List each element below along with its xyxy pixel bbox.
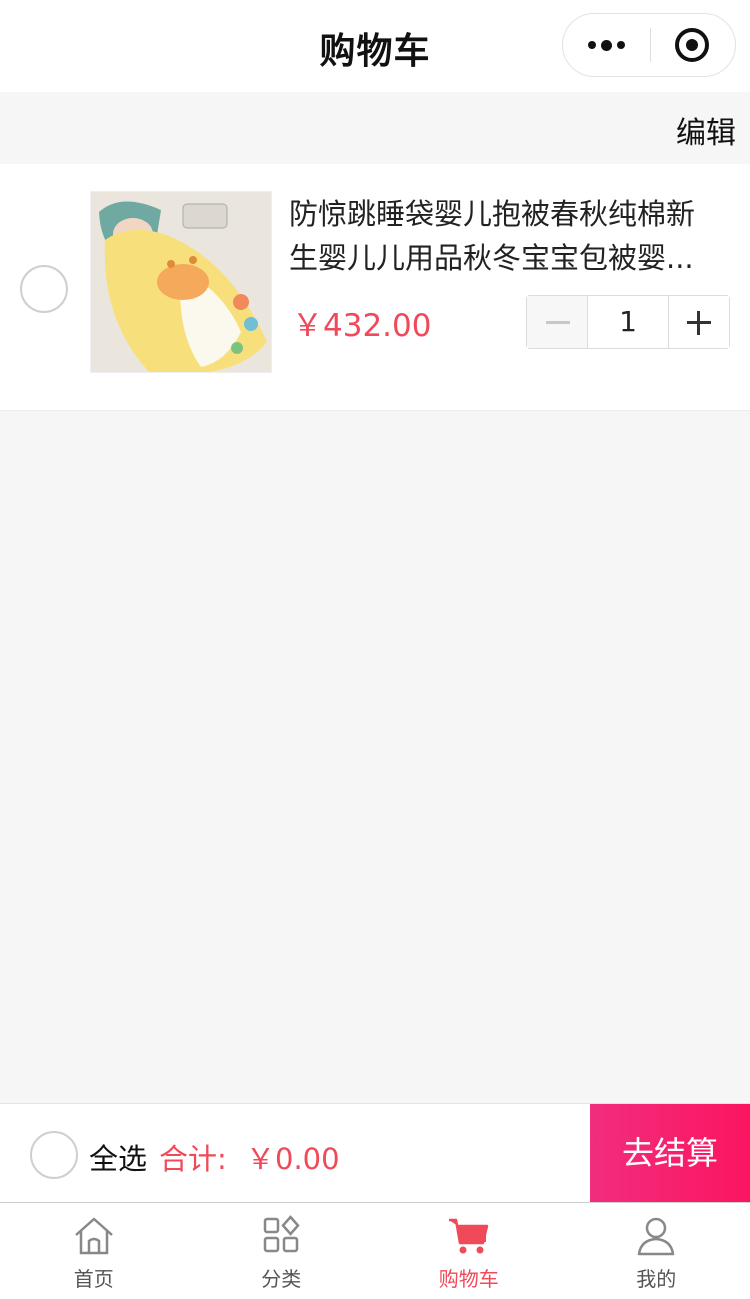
- more-dots-icon[interactable]: [563, 14, 649, 76]
- tab-bar: 首页 分类 购物车 我的: [0, 1202, 750, 1299]
- navigation-bar: 购物车: [0, 0, 750, 92]
- checkout-button[interactable]: 去结算: [590, 1104, 750, 1203]
- edit-bar: 编辑: [0, 92, 750, 164]
- quantity-value[interactable]: 1: [588, 296, 668, 348]
- product-image[interactable]: [90, 191, 272, 373]
- tab-cart[interactable]: 购物车: [375, 1203, 563, 1299]
- menu-capsule: [562, 13, 736, 77]
- product-title[interactable]: 防惊跳睡袋婴儿抱被春秋纯棉新 生婴儿儿用品秋冬宝宝包被婴...: [289, 192, 719, 280]
- select-all-radio[interactable]: [30, 1131, 78, 1179]
- tab-mine-label: 我的: [636, 1267, 677, 1291]
- product-price: ￥432.00: [292, 308, 432, 344]
- tab-category[interactable]: 分类: [188, 1203, 376, 1299]
- product-title-line1: 防惊跳睡袋婴儿抱被春秋纯棉新: [289, 197, 696, 231]
- quantity-stepper: 1: [526, 295, 730, 349]
- home-icon: [74, 1217, 113, 1255]
- item-select-radio[interactable]: [20, 265, 68, 313]
- tab-mine[interactable]: 我的: [563, 1203, 750, 1299]
- tab-category-label: 分类: [261, 1267, 302, 1291]
- select-all-label[interactable]: 全选: [89, 1136, 147, 1178]
- cart-icon: [448, 1218, 488, 1254]
- tab-cart-label: 购物车: [438, 1267, 499, 1291]
- product-title-line2: 生婴儿儿用品秋冬宝宝包被婴...: [289, 241, 694, 275]
- category-icon: [264, 1215, 300, 1253]
- total-value: ￥0.00: [246, 1142, 340, 1176]
- edit-button[interactable]: 编辑: [676, 108, 736, 152]
- tab-home-label: 首页: [73, 1267, 114, 1291]
- tab-home[interactable]: 首页: [0, 1203, 188, 1299]
- user-icon: [638, 1217, 675, 1256]
- product-image-graphic: [91, 192, 271, 372]
- cart-item: 防惊跳睡袋婴儿抱被春秋纯棉新 生婴儿儿用品秋冬宝宝包被婴... ￥432.00 …: [0, 164, 750, 411]
- total-label: 合计:: [159, 1142, 227, 1176]
- capsule-divider: [650, 28, 651, 62]
- decrease-button[interactable]: [527, 296, 588, 348]
- cart-page: 购物车 编辑 防惊跳睡袋婴儿抱被春秋纯棉新 生婴儿儿用品秋冬宝宝包被婴... ￥…: [0, 0, 750, 1299]
- target-icon[interactable]: [675, 28, 709, 62]
- increase-button[interactable]: [668, 296, 729, 348]
- summary-bar: 全选 合计: ￥0.00 去结算: [0, 1103, 750, 1203]
